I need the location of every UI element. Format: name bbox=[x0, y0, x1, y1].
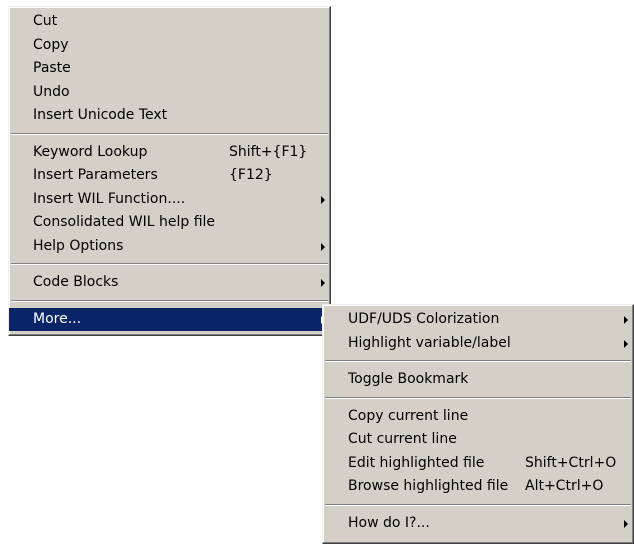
menu-item-label: Cut bbox=[33, 13, 58, 29]
menu-item-label: Copy bbox=[33, 36, 69, 53]
menu-item-keyword-lookup[interactable]: Keyword Lookup Shift+{F1} bbox=[9, 141, 330, 165]
menu-item-shortcut: Alt+Ctrl+O bbox=[525, 478, 604, 494]
chevron-right-icon bbox=[624, 519, 628, 528]
menu-item-label: How do I?... bbox=[348, 514, 430, 531]
submenu-item-toggle-bookmark[interactable]: Toggle Bookmark bbox=[323, 368, 633, 392]
submenu-item-cut-current-line[interactable]: Cut current line bbox=[323, 428, 633, 452]
chevron-right-icon bbox=[321, 279, 325, 287]
submenu-item-how-do-i[interactable]: How do I?... bbox=[323, 512, 633, 536]
menu-item-shortcut: Shift+Ctrl+O bbox=[525, 454, 617, 471]
menu-item-code-blocks[interactable]: Code Blocks bbox=[9, 271, 330, 295]
menu-separator bbox=[325, 360, 631, 362]
menu-item-insert-wil-function[interactable]: Insert WIL Function.... bbox=[9, 188, 330, 212]
menu-separator bbox=[11, 132, 328, 135]
menu-item-label: Browse highlighted file bbox=[348, 478, 509, 494]
context-menu: Cut Copy Paste Undo Insert Unicode Text … bbox=[8, 6, 331, 336]
menu-item-label: Insert Unicode Text bbox=[33, 107, 168, 123]
menu-item-undo[interactable]: Undo bbox=[9, 81, 330, 105]
submenu-item-browse-highlighted-file[interactable]: Browse highlighted file Alt+Ctrl+O bbox=[323, 475, 633, 499]
chevron-right-icon bbox=[321, 195, 325, 204]
menu-item-label: Code Blocks bbox=[33, 274, 119, 290]
menu-separator bbox=[11, 263, 328, 265]
menu-item-label: Help Options bbox=[33, 237, 124, 254]
chevron-right-icon bbox=[624, 316, 628, 324]
menu-separator bbox=[325, 396, 631, 399]
menu-item-label: Edit highlighted file bbox=[348, 454, 485, 471]
menu-item-insert-parameters[interactable]: Insert Parameters {F12} bbox=[9, 164, 330, 188]
menu-item-label: Paste bbox=[33, 60, 71, 76]
menu-item-label: Insert WIL Function.... bbox=[33, 190, 186, 207]
submenu-item-edit-highlighted-file[interactable]: Edit highlighted file Shift+Ctrl+O bbox=[323, 452, 633, 476]
menu-item-label: Keyword Lookup bbox=[33, 143, 148, 160]
menu-item-label: Cut current line bbox=[348, 431, 457, 447]
menu-item-label: Copy current line bbox=[348, 407, 469, 424]
menu-separator bbox=[11, 299, 328, 302]
menu-separator bbox=[325, 503, 631, 506]
menu-item-label: Consolidated WIL help file bbox=[33, 214, 216, 230]
menu-item-label: Insert Parameters bbox=[33, 167, 158, 183]
menu-item-consolidated-wil-help[interactable]: Consolidated WIL help file bbox=[9, 211, 330, 235]
chevron-right-icon bbox=[624, 339, 628, 348]
menu-item-label: Toggle Bookmark bbox=[348, 371, 469, 387]
more-submenu: UDF/UDS Colorization Highlight variable/… bbox=[322, 304, 634, 544]
menu-item-label: Undo bbox=[33, 83, 70, 100]
menu-item-insert-unicode-text[interactable]: Insert Unicode Text bbox=[9, 104, 330, 128]
menu-item-copy[interactable]: Copy bbox=[9, 34, 330, 58]
menu-item-label: More... bbox=[33, 310, 82, 327]
submenu-item-copy-current-line[interactable]: Copy current line bbox=[323, 405, 633, 429]
menu-item-cut[interactable]: Cut bbox=[9, 10, 330, 34]
submenu-item-udf-uds-colorization[interactable]: UDF/UDS Colorization bbox=[323, 308, 633, 332]
menu-item-paste[interactable]: Paste bbox=[9, 57, 330, 81]
menu-item-shortcut: Shift+{F1} bbox=[229, 143, 308, 160]
submenu-item-highlight-variable-label[interactable]: Highlight variable/label bbox=[323, 332, 633, 356]
chevron-right-icon bbox=[321, 242, 325, 251]
menu-item-shortcut: {F12} bbox=[229, 167, 273, 183]
menu-item-label: UDF/UDS Colorization bbox=[348, 311, 500, 327]
menu-item-label: Highlight variable/label bbox=[348, 334, 511, 351]
menu-item-help-options[interactable]: Help Options bbox=[9, 235, 330, 259]
menu-item-more[interactable]: More... bbox=[9, 307, 330, 331]
